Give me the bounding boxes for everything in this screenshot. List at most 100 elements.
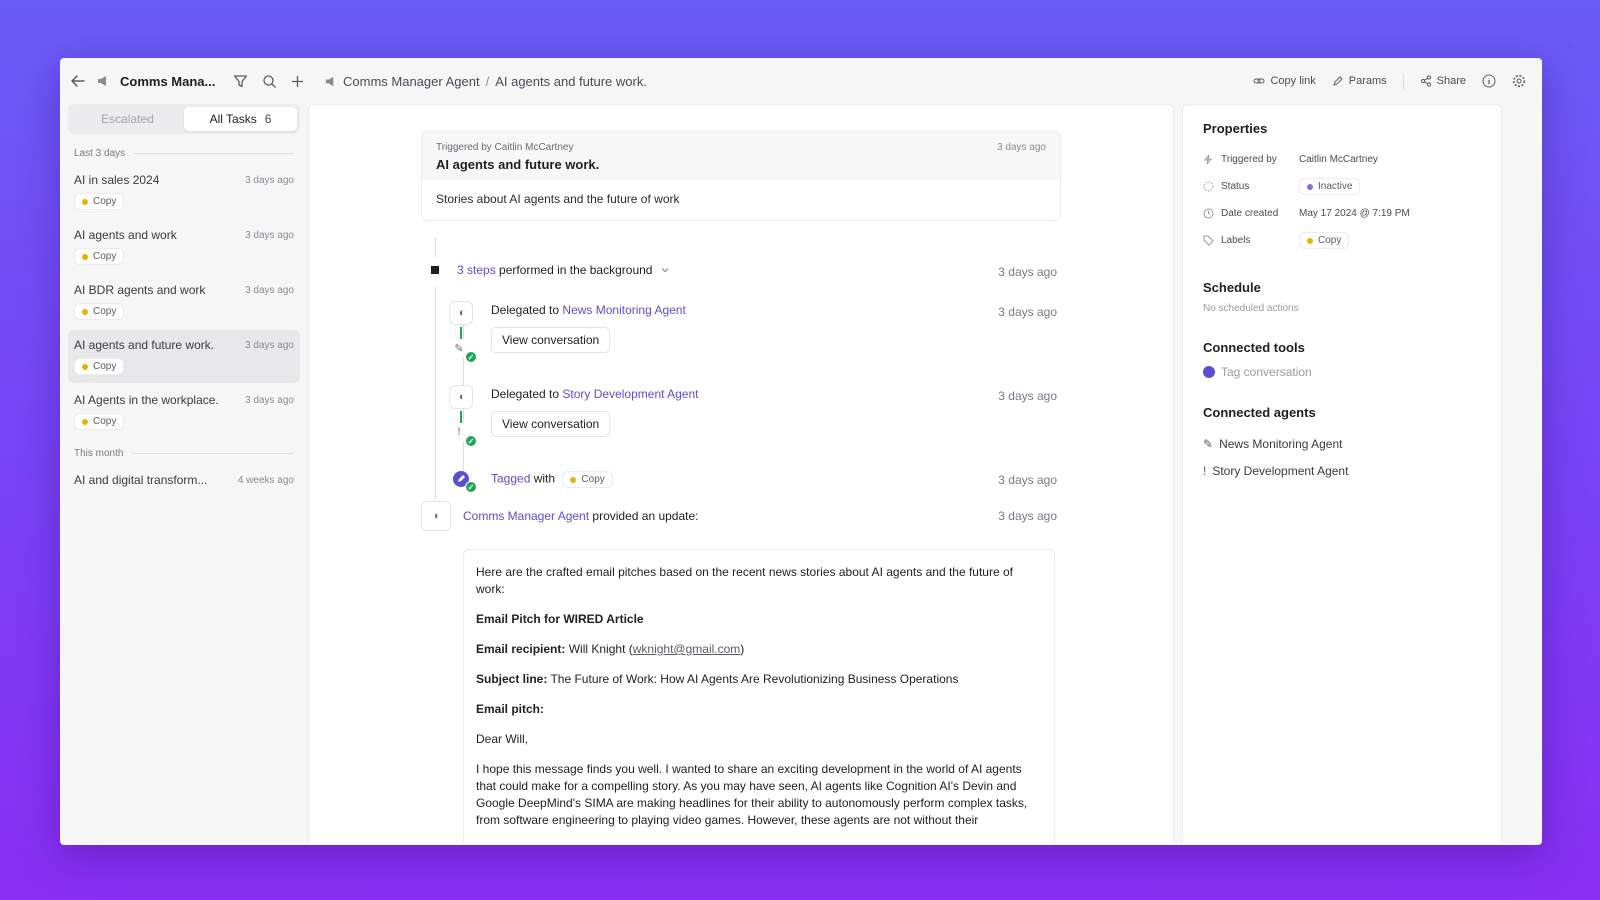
plus-icon[interactable] (291, 74, 304, 89)
step-time: 3 days ago (998, 389, 1057, 403)
step-prefix: Delegated to (491, 303, 560, 317)
back-arrow-icon[interactable] (70, 73, 86, 89)
recipient-email-link[interactable]: wknight@gmail.com (633, 642, 741, 656)
pitch-label: Email pitch: (476, 702, 545, 716)
property-row: Triggered by Caitlin McCartney (1203, 146, 1481, 173)
details-panel: Properties Triggered by Caitlin McCartne… (1182, 104, 1502, 845)
filter-icon[interactable] (233, 74, 248, 89)
task-item[interactable]: AI agents and work 3 days ago Copy (68, 220, 300, 273)
label-chip: Copy (74, 358, 125, 375)
timeline-line (435, 237, 436, 257)
steps-summary[interactable]: 3 steps performed in the background (431, 263, 670, 277)
update-message: Here are the crafted email pitches based… (463, 549, 1055, 845)
megaphone-icon: ◖ (421, 501, 451, 531)
label-dot (1307, 237, 1313, 244)
info-icon[interactable] (1482, 74, 1496, 88)
check-icon: ✓ (465, 435, 477, 447)
step-time: 3 days ago (998, 473, 1057, 487)
trigger-card: Triggered by Caitlin McCartney AI agents… (421, 131, 1061, 221)
chevron-down-icon[interactable] (660, 265, 670, 275)
timeline-line (435, 287, 436, 499)
steps-count-link[interactable]: 3 steps (457, 263, 496, 277)
connected-agents-heading: Connected agents (1203, 405, 1316, 420)
view-conversation-button[interactable]: View conversation (491, 327, 611, 353)
task-name: AI in sales 2024 (74, 173, 160, 187)
agent-item[interactable]: ! Story Development Agent (1203, 457, 1481, 484)
task-item[interactable]: AI Agents in the workplace. 3 days ago Co… (68, 385, 300, 438)
agent-link[interactable]: Story Development Agent (562, 387, 698, 401)
task-sidebar: Escalated All Tasks 6 Last 3 days AI in … (60, 104, 308, 845)
pitch-heading: Email Pitch for WIRED Article (476, 612, 644, 626)
copy-link-label: Copy link (1270, 75, 1316, 87)
update-intro: Here are the crafted email pitches based… (476, 565, 1013, 596)
subject-label: Subject line: (476, 672, 548, 686)
task-time: 4 weeks ago (237, 474, 294, 486)
triggered-by-value: Caitlin McCartney (1299, 154, 1378, 165)
property-row: Labels Copy (1203, 227, 1481, 254)
view-conversation-button[interactable]: View conversation (491, 411, 611, 437)
group-label: Last 3 days (68, 148, 300, 159)
megaphone-icon: ◖ (449, 301, 473, 325)
greeting: Dear Will, (476, 732, 529, 746)
task-time: 3 days ago (245, 174, 294, 186)
date-created-value: May 17 2024 @ 7:19 PM (1299, 208, 1410, 219)
divider (1402, 73, 1404, 89)
triggered-by: Triggered by Caitlin McCartney (436, 142, 574, 153)
label-dot (82, 363, 88, 370)
tab-all-tasks[interactable]: All Tasks 6 (184, 107, 297, 131)
task-name: AI agents and future work. (74, 338, 215, 352)
lightbulb-icon: ! (1203, 463, 1207, 478)
tab-label: All Tasks (209, 112, 257, 126)
search-icon[interactable] (262, 74, 277, 89)
agent-link[interactable]: News Monitoring Agent (562, 303, 685, 317)
copy-link-button[interactable]: Copy link (1253, 75, 1316, 87)
connected-tools-heading: Connected tools (1203, 340, 1305, 355)
app-window: Comms Mana... Comms Manager Agent / AI a… (60, 58, 1542, 845)
task-item-selected[interactable]: AI agents and future work. 3 days ago Cop… (68, 330, 300, 383)
breadcrumb-task: AI agents and future work. (495, 73, 647, 89)
tab-escalated[interactable]: Escalated (71, 107, 184, 131)
label-dot (82, 308, 88, 315)
megaphone-icon (96, 74, 110, 88)
step-tagged: ✓ Tagged with Copy (449, 469, 1063, 499)
schedule-heading: Schedule (1203, 280, 1261, 295)
steps-time: 3 days ago (998, 265, 1057, 279)
group-label: This month (68, 448, 300, 459)
clock-icon (1203, 208, 1214, 219)
property-row: Date created May 17 2024 @ 7:19 PM (1203, 200, 1481, 227)
property-row: Status Inactive (1203, 173, 1481, 200)
pitch-paragraph: I hope this message finds you well. I wa… (476, 762, 1028, 827)
breadcrumb: Comms Manager Agent / AI agents and futu… (324, 74, 647, 89)
task-count: 6 (264, 112, 272, 126)
label-chip: Copy (74, 303, 125, 320)
status-badge[interactable]: Inactive (1299, 178, 1361, 195)
task-item[interactable]: AI and digital transform... 4 weeks ago (68, 465, 300, 495)
step-delegation: ◖ ✎ ✓ Delegated to News Monitoring Agent… (449, 301, 1063, 363)
params-label: Params (1348, 75, 1387, 87)
check-icon: ✓ (465, 351, 477, 363)
dashed-connector (460, 327, 462, 339)
tag-icon (1203, 366, 1215, 378)
agent-link[interactable]: Comms Manager Agent (463, 509, 589, 523)
label-chip[interactable]: Copy (1299, 232, 1350, 249)
step-delegation: ◖ ! ✓ Delegated to Story Development Age… (449, 385, 1063, 447)
megaphone-icon: ◖ (449, 385, 473, 409)
breadcrumb-separator: / (485, 73, 490, 89)
task-item[interactable]: AI BDR agents and work 3 days ago Copy (68, 275, 300, 328)
recipient-label: Email recipient: (476, 642, 566, 656)
task-item[interactable]: AI in sales 2024 3 days ago Copy (68, 165, 300, 218)
task-time: 3 days ago (245, 339, 294, 351)
params-button[interactable]: Params (1332, 75, 1387, 87)
task-name: AI agents and work (74, 228, 177, 242)
agent-item[interactable]: ✎ News Monitoring Agent (1203, 430, 1481, 457)
conversation-pane: Triggered by Caitlin McCartney AI agents… (308, 104, 1174, 845)
gear-icon[interactable] (1512, 74, 1526, 88)
step-prefix: Delegated to (491, 387, 560, 401)
stop-square-icon (431, 266, 439, 274)
breadcrumb-agent[interactable]: Comms Manager Agent (343, 74, 480, 89)
share-button[interactable]: Share (1420, 75, 1466, 87)
tagged-link[interactable]: Tagged (491, 472, 530, 486)
task-filter-tabs: Escalated All Tasks 6 (68, 104, 300, 134)
tool-item[interactable]: Tag conversation (1203, 365, 1481, 379)
step-suffix: with (533, 471, 556, 486)
